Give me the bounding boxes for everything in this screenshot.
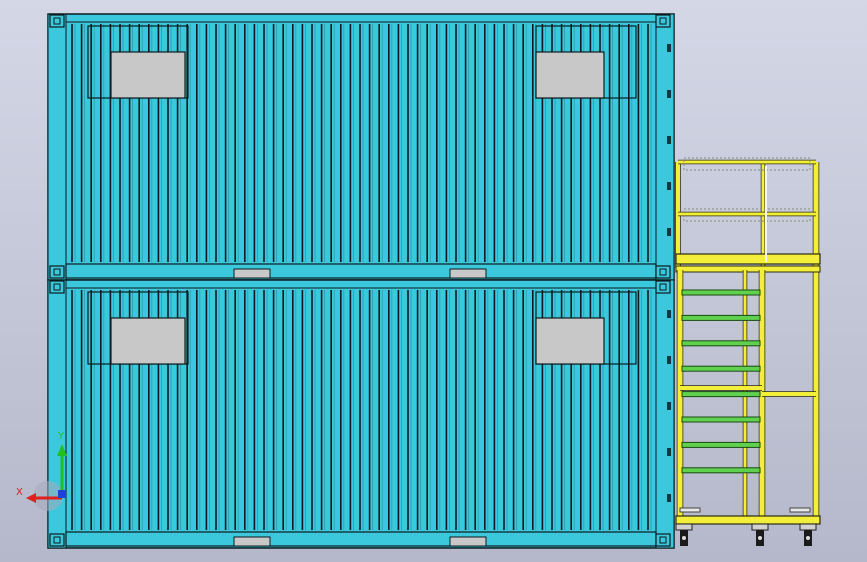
window-left — [110, 51, 186, 99]
door-hinge — [667, 402, 671, 410]
stacked-containers — [47, 13, 675, 549]
door-hinge — [667, 228, 671, 236]
door-hinge — [667, 44, 671, 52]
caster-hub — [758, 536, 762, 540]
caster-hub — [806, 536, 810, 540]
container-corner-post-right — [655, 279, 675, 549]
ladder-step — [681, 416, 761, 423]
ladder-step — [681, 391, 761, 398]
corner-casting — [49, 265, 65, 279]
caster-wheel — [751, 523, 769, 546]
door-hinge — [667, 310, 671, 318]
ladder-step — [681, 441, 761, 448]
x-axis-label: X — [16, 487, 23, 498]
corner-casting — [655, 533, 671, 547]
access-platform — [675, 157, 821, 546]
container-2 — [47, 279, 675, 549]
window-right — [535, 51, 605, 99]
door-hinge — [667, 356, 671, 364]
caster-hub — [682, 536, 686, 540]
door-hinge — [667, 136, 671, 144]
ladder-step — [681, 467, 761, 474]
ladder-step — [681, 314, 761, 321]
ladder-step — [681, 289, 761, 296]
door-hinge — [667, 90, 671, 98]
container-corner-post-right — [655, 13, 675, 281]
ladder-step — [681, 340, 761, 347]
container-assembly-model[interactable] — [0, 0, 867, 562]
door-hinge — [667, 448, 671, 456]
corner-casting — [49, 280, 65, 294]
forklift-pocket — [449, 268, 487, 279]
forklift-pocket — [449, 536, 487, 547]
ladder-step — [681, 365, 761, 372]
forklift-pocket — [233, 536, 271, 547]
caster-plate — [799, 523, 817, 531]
corner-casting — [49, 533, 65, 547]
platform-beam — [675, 265, 821, 273]
caster-plate — [675, 523, 693, 531]
y-axis-label: Y — [58, 431, 65, 442]
cad-viewport[interactable]: X Y — [0, 0, 867, 562]
container-bottom-rail — [65, 531, 657, 547]
base-frame — [675, 515, 821, 525]
window-left — [110, 317, 186, 365]
caster-wheel — [675, 523, 693, 546]
door-hinge — [667, 494, 671, 502]
caster-wheel — [799, 523, 817, 546]
container-corner-post-left — [47, 13, 67, 281]
coordinate-triad — [26, 444, 67, 511]
container-1 — [47, 13, 675, 281]
corner-casting — [655, 280, 671, 294]
corner-casting — [655, 14, 671, 28]
container-bottom-rail — [65, 263, 657, 279]
platform-deck — [675, 253, 821, 265]
leveling-foot — [679, 507, 701, 513]
x-axis-arrow-head — [26, 493, 36, 503]
corner-casting — [655, 265, 671, 279]
corner-casting — [49, 14, 65, 28]
leveling-foot — [789, 507, 811, 513]
z-axis-marker — [58, 490, 66, 498]
door-hinge — [667, 182, 671, 190]
window-right — [535, 317, 605, 365]
forklift-pocket — [233, 268, 271, 279]
caster-plate — [751, 523, 769, 531]
